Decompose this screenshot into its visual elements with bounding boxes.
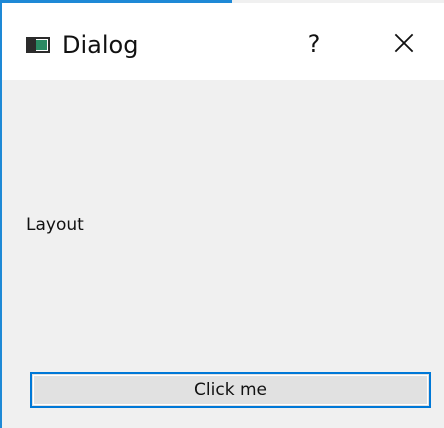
dialog-content: Layout Click me [2,80,444,428]
window-app-icon [26,37,50,53]
titlebar[interactable]: Dialog ? [2,3,444,80]
click-me-button[interactable]: Click me [30,372,431,408]
window-app-icon-right-pane [36,40,47,50]
window-title: Dialog [62,31,139,59]
close-button[interactable] [384,27,424,63]
help-button[interactable]: ? [297,25,331,63]
close-icon [394,33,414,53]
layout-label: Layout [26,215,84,235]
dialog-window: Dialog ? Layout Click me [0,0,444,428]
window-app-icon-left-pane [28,39,36,51]
